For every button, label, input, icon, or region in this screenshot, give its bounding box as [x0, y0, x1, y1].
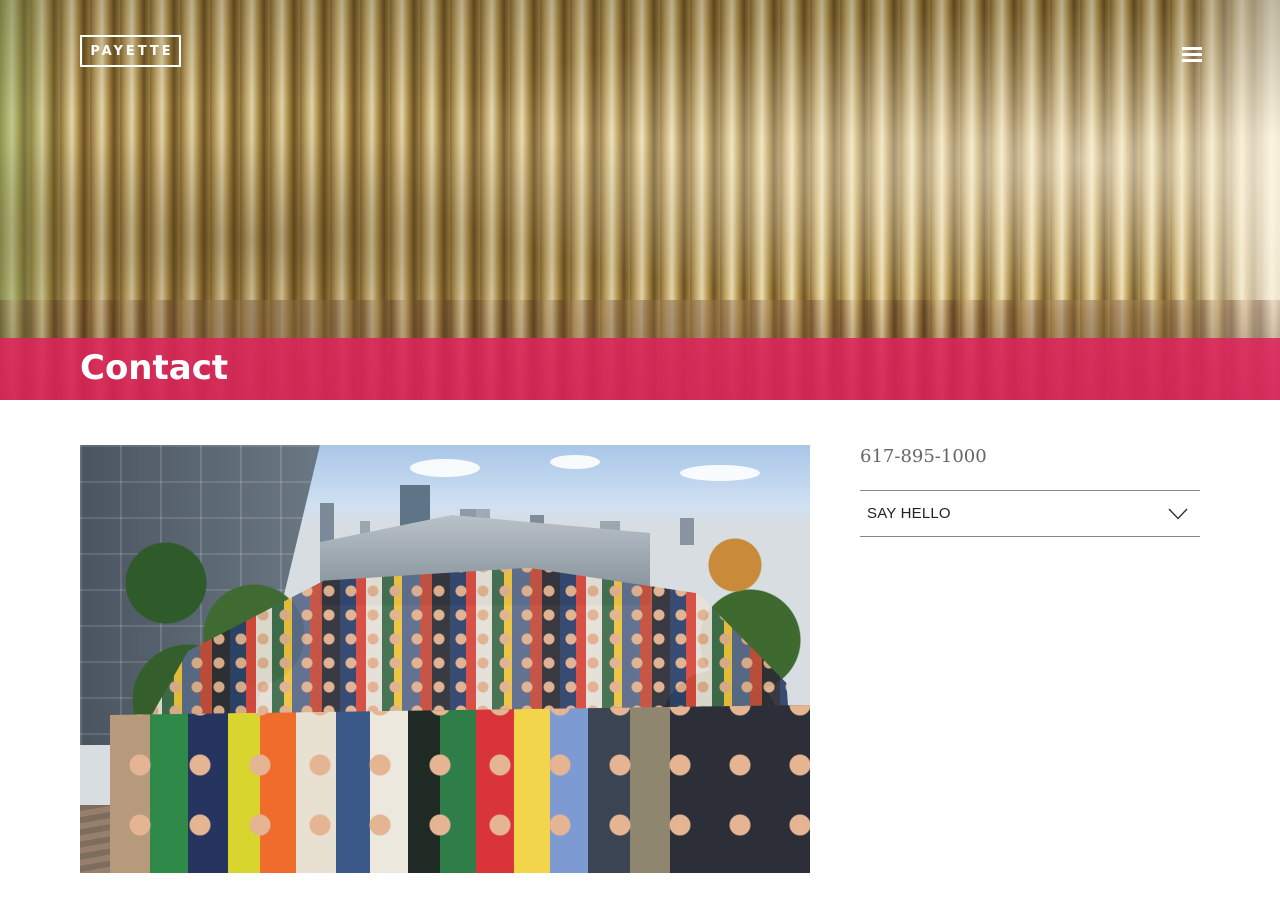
- cloud: [410, 459, 480, 477]
- say-hello-toggle[interactable]: SAY HELLO: [860, 490, 1200, 537]
- menu-bar-top: [1182, 46, 1202, 50]
- chevron-down-icon: [1168, 508, 1188, 520]
- phone-number[interactable]: 617-895-1000: [860, 444, 987, 470]
- menu-bar-middle: [1182, 52, 1202, 56]
- say-hello-label: SAY HELLO: [867, 505, 951, 522]
- hamburger-menu-icon[interactable]: [1178, 42, 1206, 66]
- cloud: [550, 455, 600, 469]
- menu-bar-bottom: [1182, 58, 1202, 62]
- page-title: Contact: [80, 348, 229, 388]
- cloud: [680, 465, 760, 481]
- team-photo: [80, 445, 810, 873]
- payette-logo[interactable]: PAYETTE: [80, 35, 181, 67]
